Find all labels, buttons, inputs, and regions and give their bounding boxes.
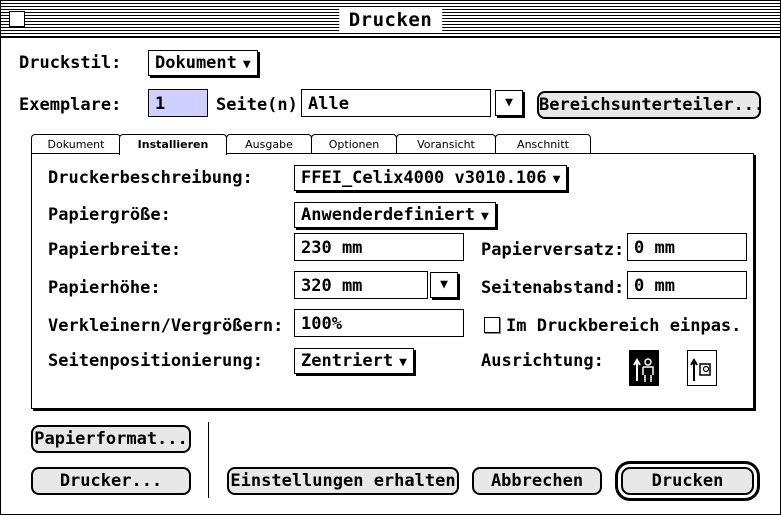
portrait-figure-icon <box>633 358 654 382</box>
triangle-down-icon: ▼ <box>505 95 513 110</box>
landscape-orientation-icon[interactable] <box>687 350 717 386</box>
tab-anschnitt[interactable]: Anschnitt <box>495 134 591 153</box>
print-dialog: Drucken Druckstil: Dokument ▼ Exemplare: … <box>0 0 781 515</box>
divider <box>208 422 209 498</box>
papierversatz-label: Papierversatz: <box>481 240 625 260</box>
title-bar[interactable]: Drucken <box>1 1 780 38</box>
seitenpositionierung-value: Zentriert <box>301 351 394 371</box>
papiergroesse-popup[interactable]: Anwenderdefiniert ▼ <box>294 202 496 228</box>
abbrechen-button[interactable]: Abbrechen <box>472 467 602 495</box>
triangle-down-icon: ▼ <box>552 172 561 187</box>
drucker-button[interactable]: Drucker... <box>31 467 191 495</box>
triangle-down-icon: ▼ <box>481 209 489 224</box>
window-title: Drucken <box>338 7 443 33</box>
ausrichtung-label: Ausrichtung: <box>481 351 604 371</box>
seiten-field[interactable]: Alle <box>301 89 491 117</box>
seitenpositionierung-label: Seitenpositionierung: <box>48 351 263 371</box>
papierbreite-field[interactable]: 230 mm <box>294 233 464 261</box>
portrait-orientation-icon[interactable] <box>629 350 659 386</box>
exemplare-field[interactable]: 1 <box>148 89 208 117</box>
exemplare-label: Exemplare: <box>19 95 122 115</box>
seiten-dropdown-button[interactable]: ▼ <box>495 90 523 116</box>
druckstil-popup[interactable]: Dokument ▼ <box>148 50 258 76</box>
papiergroesse-value: Anwenderdefiniert <box>301 205 475 225</box>
papierbreite-label: Papierbreite: <box>48 240 182 260</box>
triangle-down-icon: ▼ <box>242 57 251 72</box>
tab-voransicht[interactable]: Voransicht <box>396 134 496 153</box>
triangle-down-icon: ▼ <box>440 277 448 292</box>
tab-installieren[interactable]: Installieren <box>119 134 227 155</box>
papierhoehe-field[interactable]: 320 mm <box>294 271 428 299</box>
druckerbeschreibung-value: FFEI_Celix4000 v3010.106 <box>301 168 547 188</box>
tab-ausgabe[interactable]: Ausgabe <box>226 134 312 153</box>
triangle-down-icon: ▼ <box>399 355 407 370</box>
einpassen-checkbox[interactable] <box>484 317 500 333</box>
bereichsunterteiler-button[interactable]: Bereichsunterteiler... <box>537 91 764 119</box>
druckerbeschreibung-popup[interactable]: FFEI_Celix4000 v3010.106 ▼ <box>294 165 568 191</box>
papierhoehe-label: Papierhöhe: <box>48 278 161 298</box>
drucken-button[interactable]: Drucken <box>615 461 760 501</box>
druckerbeschreibung-label: Druckerbeschreibung: <box>48 168 253 188</box>
papiergroesse-label: Papiergröße: <box>48 205 171 225</box>
papierversatz-field[interactable]: 0 mm <box>627 233 747 261</box>
seitenabstand-field[interactable]: 0 mm <box>627 271 747 299</box>
einpassen-label[interactable]: Im Druckbereich einpas. <box>506 316 741 336</box>
einstellungen-erhalten-button[interactable]: Einstellungen erhalten <box>227 467 459 495</box>
druckstil-label: Druckstil: <box>19 53 122 73</box>
tab-dokument[interactable]: Dokument <box>31 134 121 153</box>
installieren-panel: Druckerbeschreibung: FFEI_Celix4000 v301… <box>31 153 754 409</box>
papierhoehe-dropdown-button[interactable]: ▼ <box>430 272 458 298</box>
druckstil-value: Dokument <box>155 53 237 73</box>
close-box[interactable] <box>9 11 25 27</box>
seitenabstand-label: Seitenabstand: <box>481 278 625 298</box>
seiten-label: Seite(n): <box>216 95 309 115</box>
tab-optionen[interactable]: Optionen <box>311 134 397 153</box>
verkleinern-label: Verkleinern/Vergrößern: <box>48 316 284 336</box>
verkleinern-field[interactable]: 100% <box>294 309 464 337</box>
seitenpositionierung-popup[interactable]: Zentriert ▼ <box>294 348 414 374</box>
landscape-figure-icon <box>690 358 711 381</box>
papierformat-button[interactable]: Papierformat... <box>31 425 191 453</box>
